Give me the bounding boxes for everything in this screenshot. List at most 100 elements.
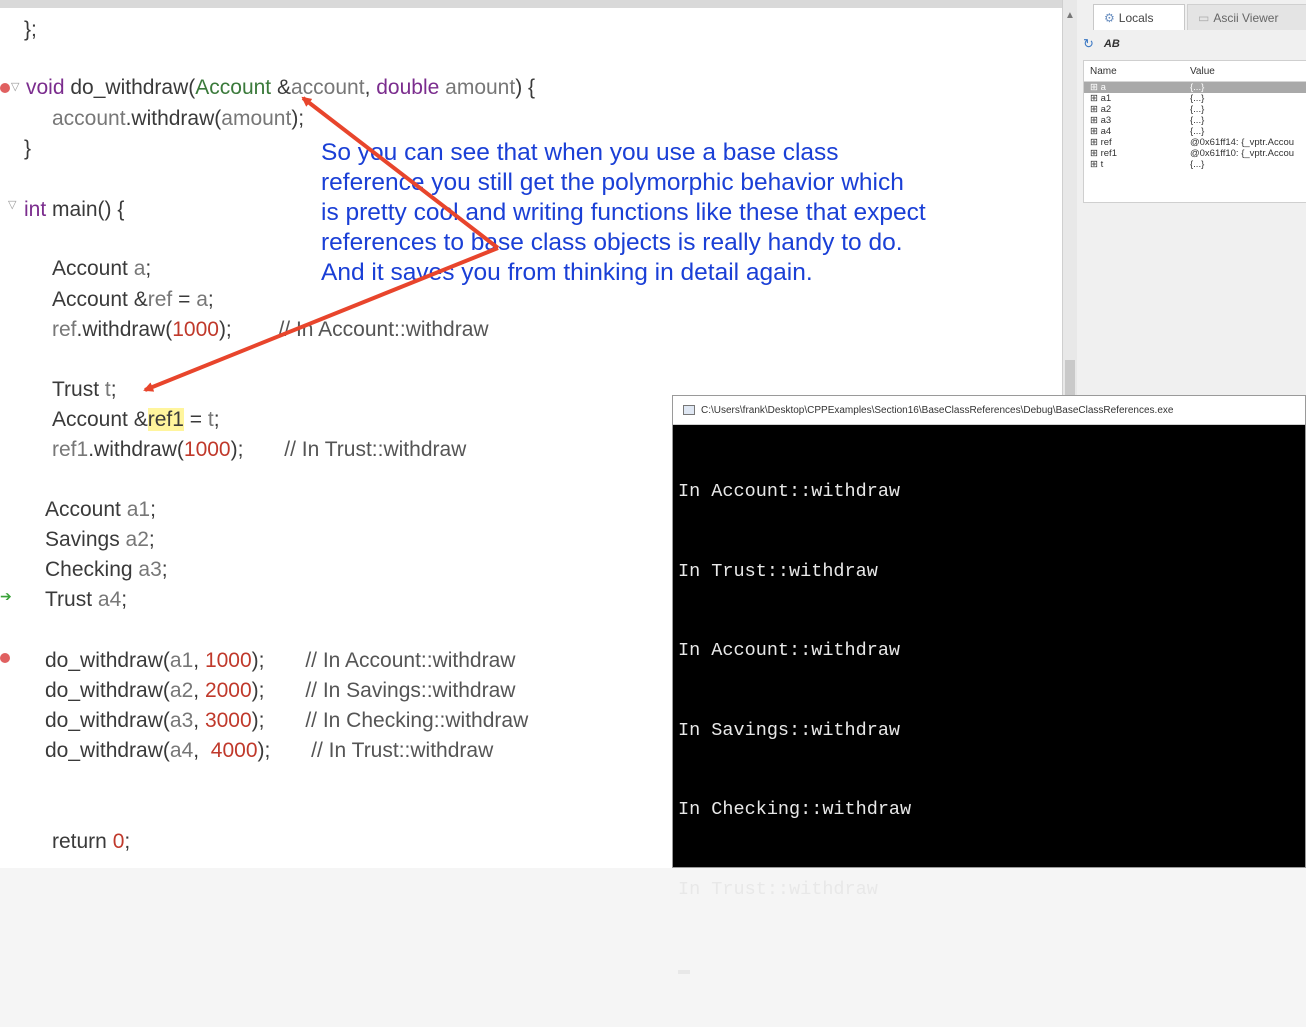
code-token: do_withdraw(: [70, 76, 196, 99]
code-line: account.withdraw(amount);: [52, 106, 304, 132]
code-token: 4000: [210, 739, 258, 762]
scrollbar-thumb[interactable]: [1065, 360, 1075, 400]
code-token: }: [24, 137, 32, 160]
console-line: In Account::withdraw: [678, 640, 901, 661]
code-token: 3000: [204, 709, 252, 732]
code-token: ;: [121, 588, 128, 611]
tab-ascii-viewer-label: Ascii Viewer: [1213, 10, 1279, 25]
expand-icon[interactable]: ⊞: [1090, 82, 1101, 93]
expand-icon[interactable]: ⊞: [1090, 115, 1101, 126]
code-token: a3: [138, 558, 162, 581]
expand-icon[interactable]: ⊞: [1090, 159, 1101, 170]
locals-icon: ⚙: [1104, 10, 1115, 25]
code-token: Account &: [52, 288, 148, 311]
code-token: &: [271, 76, 291, 99]
code-token: =: [172, 288, 197, 311]
expand-icon[interactable]: ⊞: [1090, 104, 1101, 115]
fold-icon[interactable]: ▽: [11, 80, 19, 93]
code-token: 1000: [204, 649, 252, 672]
code-token: ,: [193, 739, 211, 762]
code-token: Account &: [52, 408, 148, 431]
code-token: a: [133, 257, 146, 280]
code-token: );: [257, 739, 312, 762]
breakpoint-icon[interactable]: [0, 653, 10, 663]
code-line: void do_withdraw(Account &account, doubl…: [26, 75, 535, 101]
code-line: ref.withdraw(1000); // In Account::withd…: [52, 317, 489, 343]
code-token: a2: [169, 679, 194, 702]
scroll-up-icon[interactable]: ▲: [1065, 10, 1075, 21]
column-header-value[interactable]: Value: [1184, 66, 1306, 77]
code-token: ref: [147, 288, 173, 311]
code-token: do_withdraw(: [45, 649, 170, 672]
code-token: ;: [150, 498, 156, 521]
code-token: );: [251, 649, 306, 672]
table-row[interactable]: ⊞ a3 {...}: [1084, 115, 1306, 126]
console-titlebar[interactable]: C:\Users\frank\Desktop\CPPExamples\Secti…: [673, 396, 1305, 425]
code-line: };: [24, 17, 37, 43]
code-line: ref1.withdraw(1000); // In Trust::withdr…: [52, 437, 466, 463]
code-token: do_withdraw(: [45, 679, 170, 702]
column-header-name[interactable]: Name: [1084, 66, 1184, 77]
table-row[interactable]: ⊞ ref @0x61ff14: {_vptr.Accou: [1084, 137, 1306, 148]
table-row[interactable]: ⊞ a2 {...}: [1084, 104, 1306, 115]
code-token: ,: [193, 649, 205, 672]
tab-ascii-viewer[interactable]: ▭ Ascii Viewer: [1187, 4, 1306, 30]
code-token: account: [52, 107, 126, 130]
console-window[interactable]: C:\Users\frank\Desktop\CPPExamples\Secti…: [672, 395, 1306, 974]
expand-icon[interactable]: ⊞: [1090, 137, 1101, 148]
table-row[interactable]: ⊞ t {...}: [1084, 159, 1306, 170]
tab-locals[interactable]: ⚙ Locals: [1093, 4, 1185, 30]
console-app-icon: [683, 405, 695, 415]
console-title: C:\Users\frank\Desktop\CPPExamples\Secti…: [701, 404, 1174, 416]
code-line: do_withdraw(a1, 1000); // In Account::wi…: [45, 648, 515, 674]
code-token: );: [291, 107, 305, 130]
annotation-line: is pretty cool and writing functions lik…: [321, 199, 926, 226]
code-token: ) {: [515, 76, 536, 99]
code-line: Trust a4;: [45, 587, 127, 613]
code-token: a1: [126, 498, 151, 521]
table-header: Name Value: [1084, 61, 1306, 82]
console-line: In Checking::withdraw: [678, 799, 912, 820]
breakpoint-icon[interactable]: [0, 83, 10, 93]
code-line: Account a1;: [45, 497, 156, 523]
annotation-line: references to base class objects is real…: [321, 229, 903, 256]
table-row[interactable]: ⊞ a {...}: [1084, 82, 1306, 93]
code-token: ;: [145, 257, 152, 280]
table-row[interactable]: ⊞ a1 {...}: [1084, 93, 1306, 104]
expand-icon[interactable]: ⊞: [1090, 126, 1101, 137]
code-token: amount: [221, 107, 292, 130]
code-line: do_withdraw(a2, 2000); // In Savings::wi…: [45, 678, 515, 704]
code-token: .withdraw(: [76, 318, 173, 341]
console-line: In Trust::withdraw: [678, 560, 878, 582]
code-line: int main() {: [24, 197, 124, 223]
code-token: ;: [124, 830, 131, 853]
code-token: double: [376, 76, 440, 99]
code-token: do_withdraw(: [45, 739, 170, 762]
code-token: a2: [125, 528, 149, 551]
code-line: do_withdraw(a4, 4000); // In Trust::with…: [45, 738, 493, 764]
code-token: );: [251, 679, 306, 702]
code-token: 2000: [204, 679, 252, 702]
toolbar-ab-button[interactable]: AB: [1104, 38, 1120, 50]
code-token: 1000: [183, 438, 231, 461]
expand-icon[interactable]: ⊞: [1090, 148, 1101, 159]
current-line-arrow-icon: ➔: [0, 588, 12, 604]
code-token: =: [183, 408, 208, 431]
refresh-icon[interactable]: ↻: [1083, 36, 1094, 52]
code-line: Account &ref = a;: [52, 287, 214, 313]
code-line: Account a;: [52, 256, 151, 282]
code-token: ,: [193, 679, 205, 702]
table-row[interactable]: ⊞ ref1 @0x61ff10: {_vptr.Accou: [1084, 148, 1306, 159]
expand-icon[interactable]: ⊞: [1090, 93, 1101, 104]
code-token: amount: [445, 76, 516, 99]
table-row[interactable]: ⊞ a4 {...}: [1084, 126, 1306, 137]
console-line: In Savings::withdraw: [678, 719, 901, 741]
code-line: Account &ref1 = t;: [52, 407, 220, 433]
code-token: a: [196, 288, 208, 311]
code-token: // In Checking::withdraw: [305, 709, 529, 732]
console-line: In Trust::withdraw: [678, 878, 878, 900]
code-token: a4: [97, 588, 122, 611]
code-token: // In Trust::withdraw: [311, 739, 494, 762]
code-token: account: [291, 76, 365, 99]
fold-icon[interactable]: ▽: [8, 198, 16, 211]
